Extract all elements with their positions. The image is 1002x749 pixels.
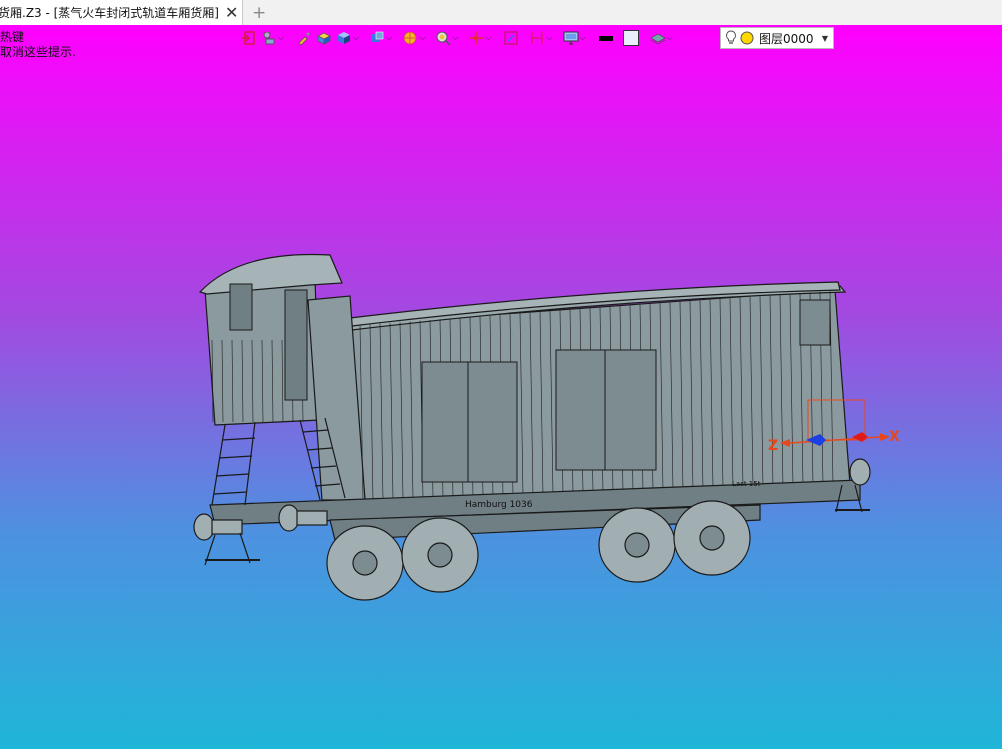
3d-viewport[interactable]: 热键 取消这些提示. ⌵ ⌵ ⌵ ⌵ ⌵ ⌵ ⌵ ⌵ ⌵ 图层0000 ▼ Ha… bbox=[0, 25, 1002, 749]
document-tab-title[interactable]: 货厢.Z3 - [蒸气火车封闭式轨道车厢货厢] bbox=[0, 4, 219, 21]
x-axis-label: X bbox=[889, 429, 900, 445]
railcar-model[interactable]: Hamburg 1036 Last 15t X Z bbox=[0, 25, 1002, 749]
car-id-text: Hamburg 1036 bbox=[465, 500, 533, 510]
close-icon[interactable]: ✕ bbox=[225, 4, 238, 21]
add-tab-icon[interactable]: + bbox=[252, 3, 266, 23]
document-tab[interactable]: 货厢.Z3 - [蒸气火车封闭式轨道车厢货厢] ✕ bbox=[0, 0, 243, 25]
z-axis-label: Z bbox=[768, 438, 778, 454]
tab-bar: 货厢.Z3 - [蒸气火车封闭式轨道车厢货厢] ✕ + bbox=[0, 0, 1002, 26]
load-text: Last 15t bbox=[732, 480, 761, 488]
